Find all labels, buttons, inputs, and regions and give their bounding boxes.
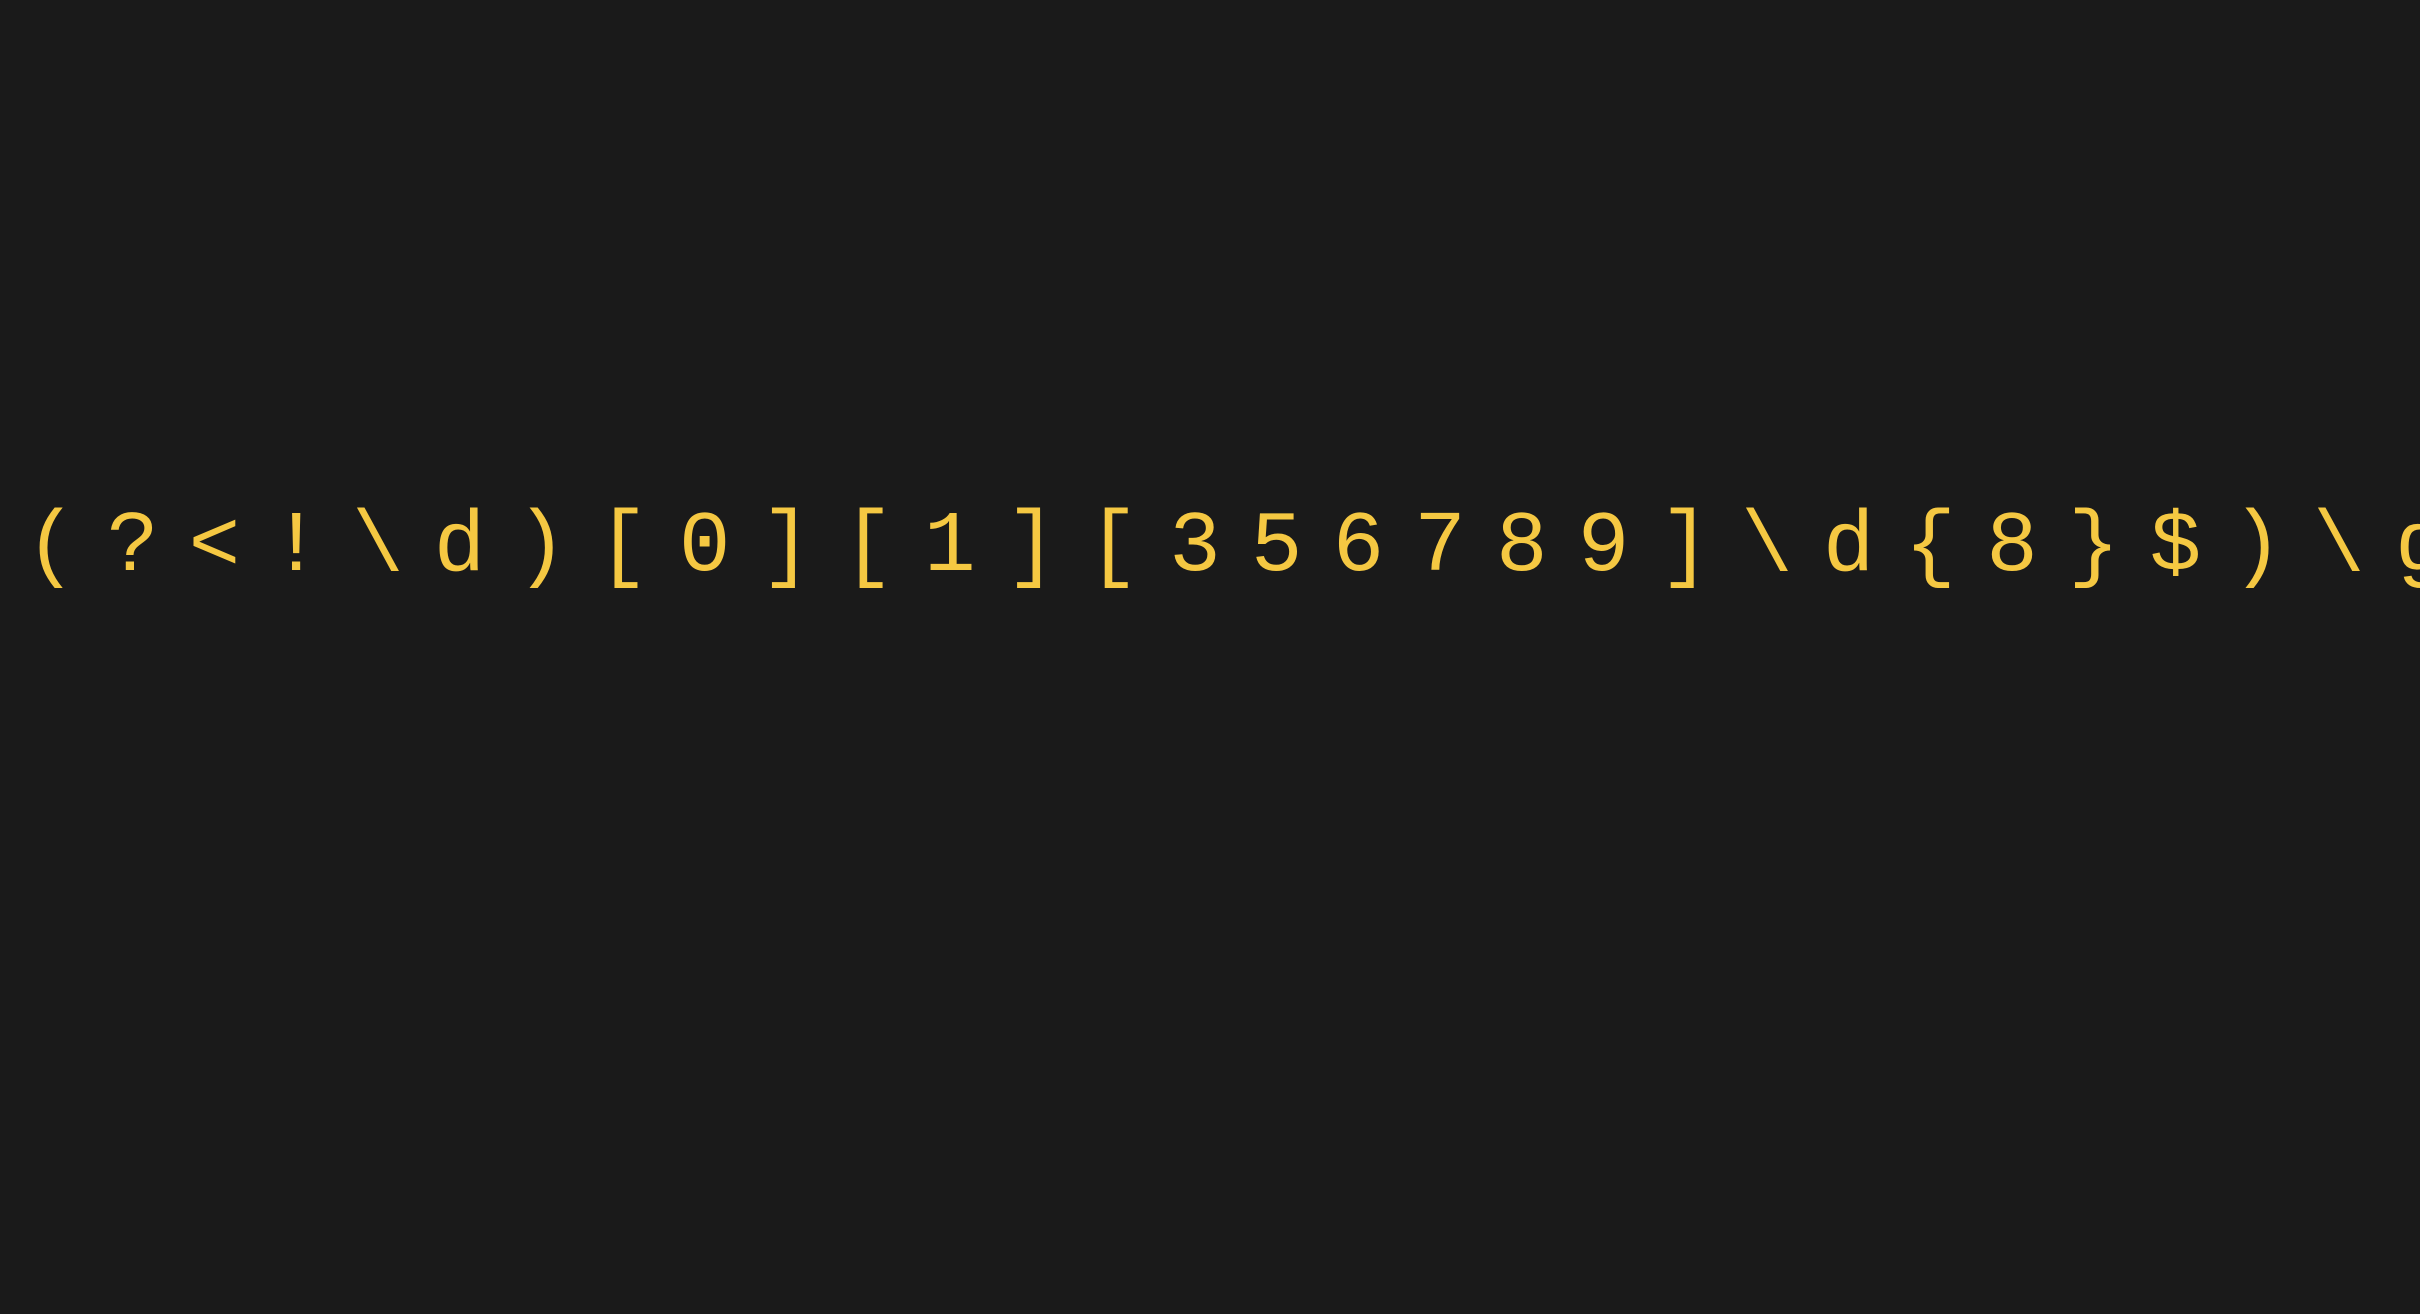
- regex-pattern-text: \((?<!\d)[0][1][356789]\d{8}$)\gm: [0, 498, 2420, 596]
